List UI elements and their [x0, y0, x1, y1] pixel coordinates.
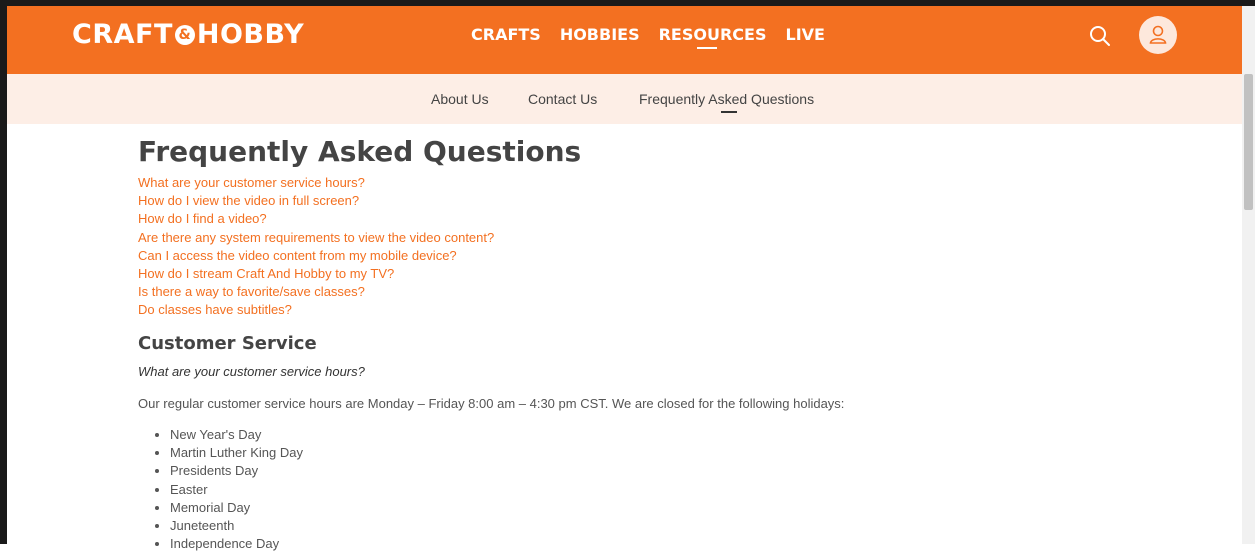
- subnav-contact-us[interactable]: Contact Us: [528, 91, 597, 107]
- scrollbar-thumb[interactable]: [1244, 74, 1253, 210]
- nav-hobbies[interactable]: HOBBIES: [560, 25, 640, 44]
- nav-live[interactable]: LIVE: [786, 25, 825, 44]
- main-content: Frequently Asked Questions What are your…: [138, 135, 1138, 552]
- faq-link-list: What are your customer service hours? Ho…: [138, 174, 1138, 320]
- scrollbar[interactable]: [1242, 6, 1255, 544]
- faq-link[interactable]: How do I find a video?: [138, 210, 1138, 228]
- page-title: Frequently Asked Questions: [138, 135, 582, 168]
- faq-link[interactable]: Do classes have subtitles?: [138, 301, 1138, 319]
- sub-nav: About Us Contact Us Frequently Asked Que…: [7, 74, 1242, 124]
- faq-link[interactable]: How do I view the video in full screen?: [138, 192, 1138, 210]
- faq-question: What are your customer service hours?: [138, 364, 365, 379]
- holiday-list: New Year's Day Martin Luther King Day Pr…: [138, 426, 303, 553]
- account-button[interactable]: [1139, 16, 1177, 54]
- list-item: Memorial Day: [170, 499, 303, 517]
- subnav-faq[interactable]: Frequently Asked Questions: [639, 91, 814, 107]
- faq-link[interactable]: Are there any system requirements to vie…: [138, 229, 1138, 247]
- faq-answer: Our regular customer service hours are M…: [138, 396, 845, 411]
- list-item: Easter: [170, 481, 303, 499]
- faq-link[interactable]: Is there a way to favorite/save classes?: [138, 283, 1138, 301]
- list-item: Juneteenth: [170, 517, 303, 535]
- active-indicator: [721, 111, 737, 113]
- list-item: Martin Luther King Day: [170, 444, 303, 462]
- site-header: CRAFT & HOBBY CRAFTS HOBBIES RESOURCES L…: [7, 6, 1242, 74]
- nav-crafts[interactable]: CRAFTS: [471, 25, 541, 44]
- list-item: Independence Day: [170, 535, 303, 553]
- logo-text-right: HOBBY: [196, 19, 305, 50]
- faq-link[interactable]: What are your customer service hours?: [138, 174, 1138, 192]
- search-icon[interactable]: [1089, 25, 1113, 49]
- logo-text-left: CRAFT: [72, 19, 173, 50]
- list-item: New Year's Day: [170, 426, 303, 444]
- list-item: Presidents Day: [170, 462, 303, 480]
- faq-link[interactable]: Can I access the video content from my m…: [138, 247, 1138, 265]
- nav-resources[interactable]: RESOURCES: [659, 25, 767, 49]
- main-nav: CRAFTS HOBBIES RESOURCES LIVE: [471, 25, 844, 49]
- logo-ampersand: &: [174, 24, 195, 45]
- faq-link[interactable]: How do I stream Craft And Hobby to my TV…: [138, 265, 1138, 283]
- site-logo[interactable]: CRAFT & HOBBY: [72, 19, 304, 50]
- subnav-about-us[interactable]: About Us: [431, 91, 489, 107]
- user-icon: [1149, 25, 1167, 44]
- section-title: Customer Service: [138, 333, 317, 354]
